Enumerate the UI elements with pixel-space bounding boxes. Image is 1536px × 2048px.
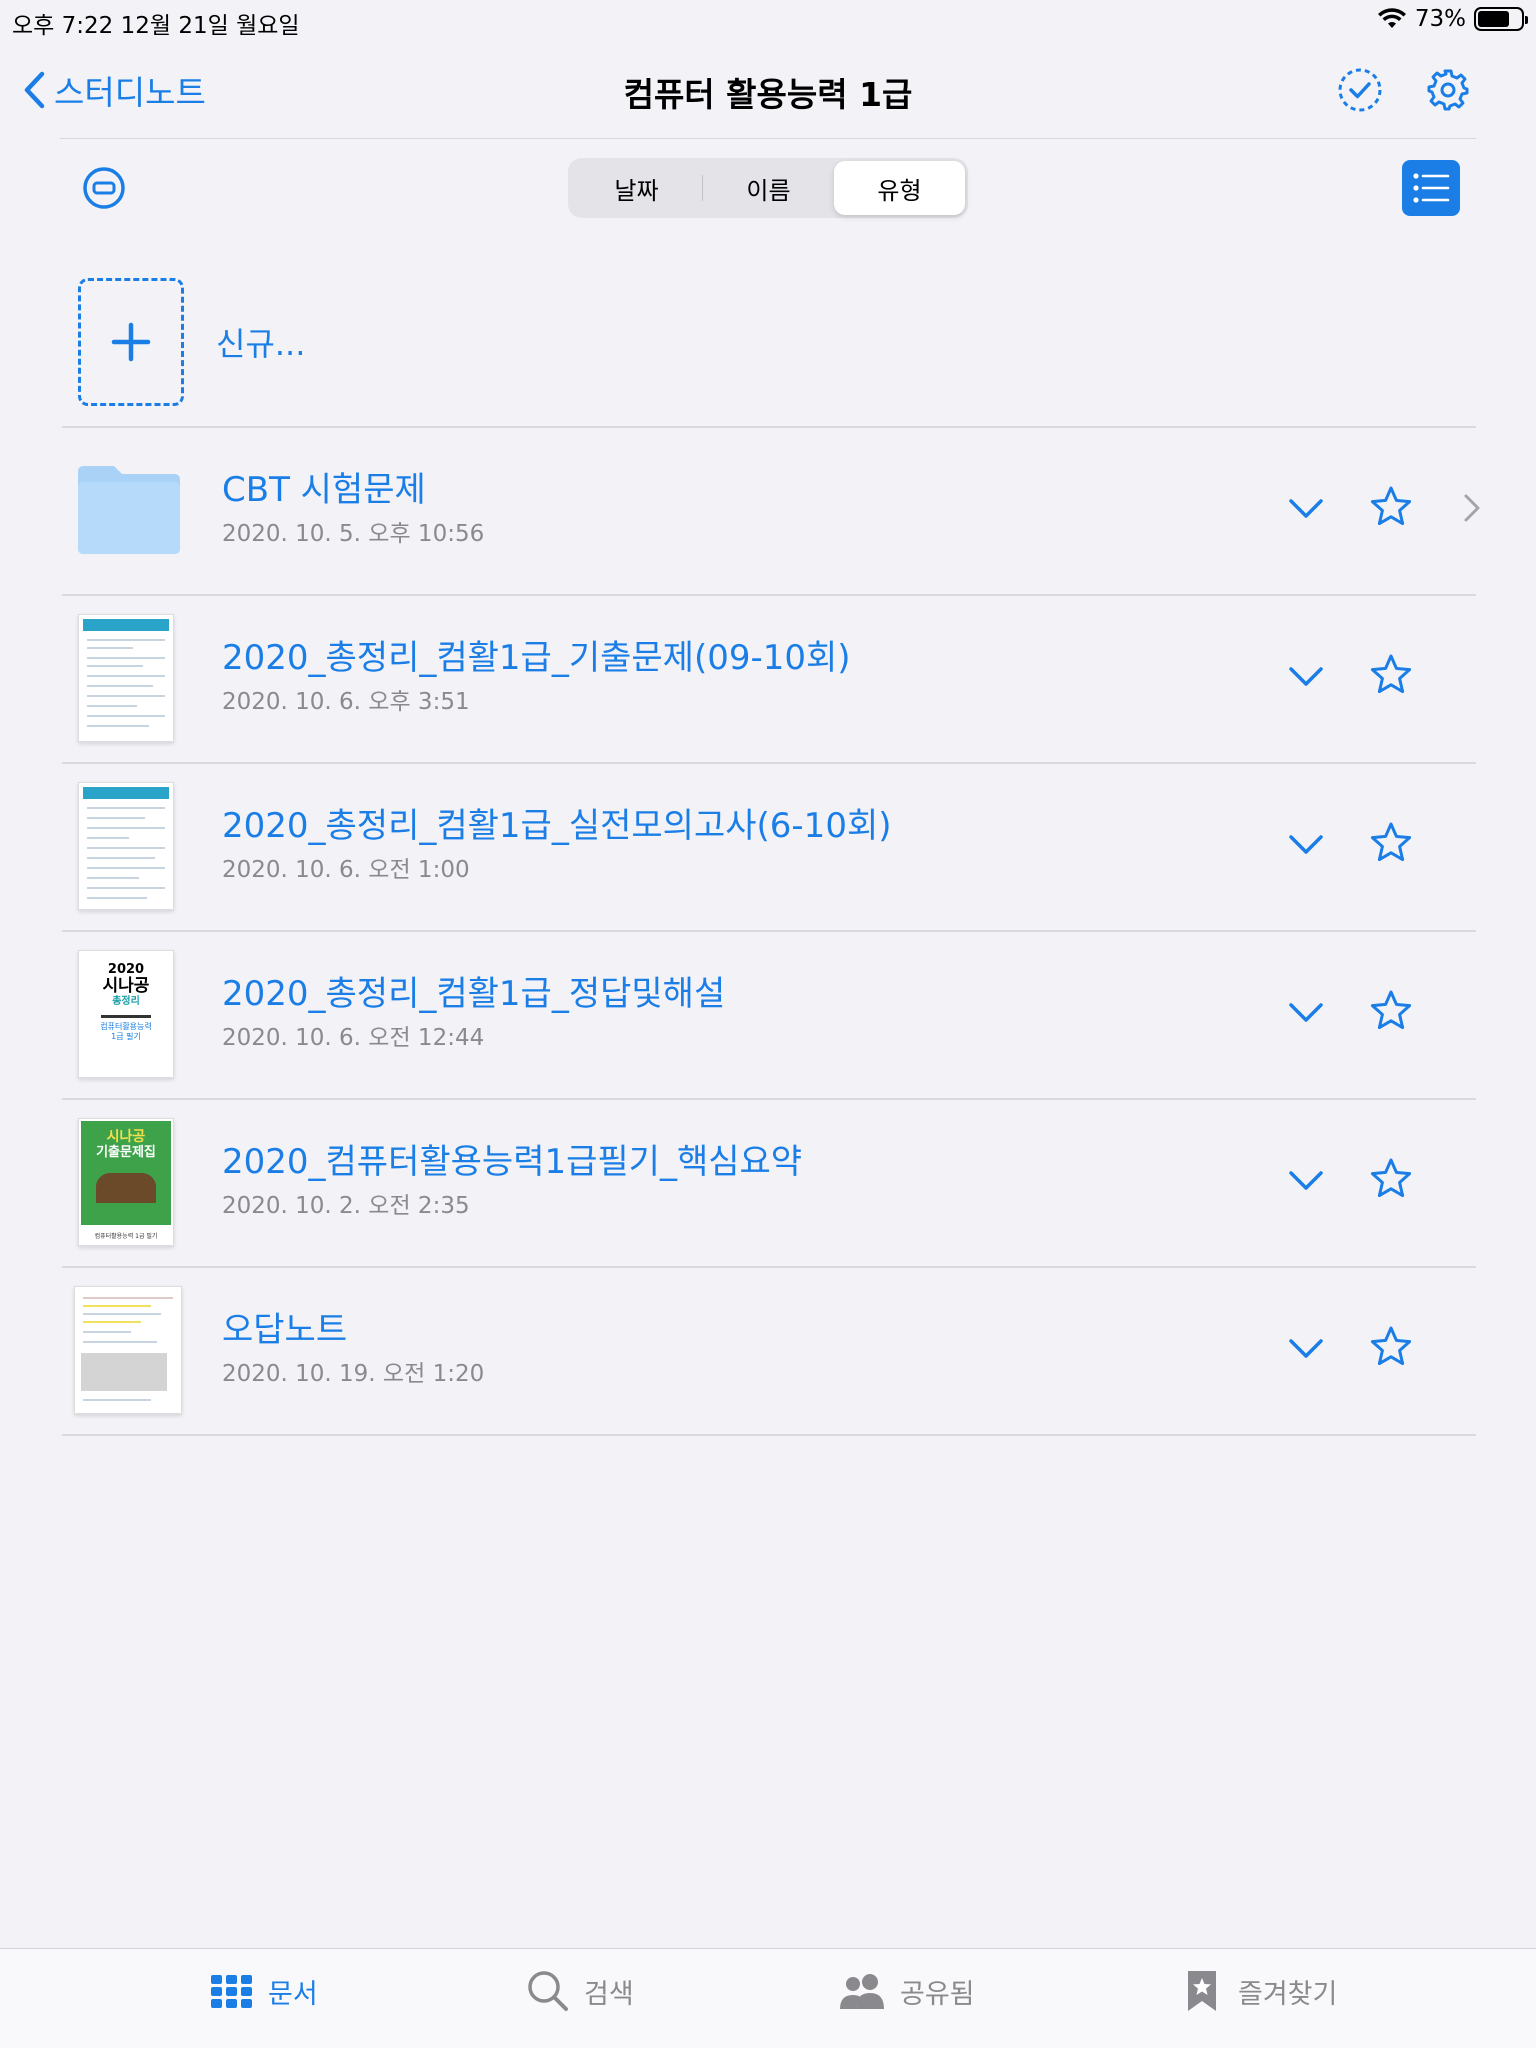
- sort-segmented-control: 날짜 이름 유형: [568, 158, 968, 218]
- select-check-icon[interactable]: [1336, 66, 1384, 114]
- tab-search[interactable]: 검색: [526, 1969, 634, 2013]
- star-icon[interactable]: [1368, 652, 1414, 698]
- toolbar: 날짜 이름 유형: [0, 158, 1536, 218]
- list-item[interactable]: 2020_총정리_컴활1급_기출문제(09-10회) 2020. 10. 6. …: [62, 594, 1476, 762]
- green-cover-footer: 컴퓨터활용능력 1급 필기: [94, 1233, 158, 1240]
- item-title: 2020_총정리_컴활1급_정답및해설: [222, 974, 726, 1014]
- tab-label: 검색: [584, 1978, 634, 2010]
- battery-icon: [1474, 7, 1528, 31]
- tab-label: 문서: [268, 1978, 318, 2010]
- item-date: 2020. 10. 6. 오후 3:51: [222, 689, 470, 715]
- tab-favorites[interactable]: 즐겨찾기: [1180, 1969, 1337, 2013]
- star-icon[interactable]: [1368, 1156, 1414, 1202]
- navigation-bar: 스터디노트 컴퓨터 활용능력 1급: [0, 52, 1536, 124]
- item-date: 2020. 10. 5. 오후 10:56: [222, 521, 485, 547]
- chevron-down-icon[interactable]: [1286, 1328, 1326, 1368]
- tab-bar: 문서 검색 공유됨 즐겨찾기: [0, 1948, 1536, 2048]
- people-icon: [840, 1974, 884, 2009]
- star-icon[interactable]: [1368, 820, 1414, 866]
- document-thumbnail: [78, 782, 174, 910]
- cover-brand: 시나공: [102, 976, 150, 996]
- row-divider: [62, 1434, 1476, 1436]
- documents-screen: 오후 7:22 12월 21일 월요일 73% 스터디노트 컴퓨터 활용능력 1…: [0, 0, 1536, 2048]
- item-title: CBT 시험문제: [222, 470, 426, 510]
- list-item[interactable]: CBT 시험문제 2020. 10. 5. 오후 10:56: [62, 426, 1480, 594]
- new-document-label: 신규...: [216, 325, 306, 363]
- page-title: 컴퓨터 활용능력 1급: [623, 75, 913, 114]
- green-cover-title: 시나공: [106, 1129, 146, 1145]
- bookmark-icon: [1188, 1971, 1216, 2011]
- cover-subject: 컴퓨터활용능력: [100, 1022, 152, 1031]
- book-cover-thumbnail: 시나공 기출문제집 컴퓨터활용능력 1급 필기: [78, 1118, 174, 1246]
- sort-option-name[interactable]: 이름: [703, 161, 834, 215]
- chevron-down-icon[interactable]: [1286, 488, 1326, 528]
- tab-documents[interactable]: 문서: [210, 1969, 318, 2013]
- plus-icon: [111, 322, 151, 362]
- star-icon[interactable]: [1368, 988, 1414, 1034]
- star-icon[interactable]: [1368, 1324, 1414, 1370]
- chevron-right-icon[interactable]: [1460, 490, 1484, 526]
- note-thumbnail: [74, 1286, 182, 1414]
- wifi-icon: [1377, 8, 1406, 28]
- chevron-down-icon[interactable]: [1286, 992, 1326, 1032]
- list-item[interactable]: 오답노트 2020. 10. 19. 오전 1:20: [62, 1266, 1476, 1434]
- new-document-button[interactable]: [78, 278, 184, 406]
- book-cover-thumbnail: 2020 시나공 총정리 컴퓨터활용능력 1급 필기: [78, 950, 174, 1078]
- cover-year: 2020: [107, 962, 145, 977]
- cover-level: 1급 필기: [111, 1032, 141, 1041]
- tab-label: 즐겨찾기: [1238, 1978, 1338, 2010]
- gear-icon[interactable]: [1424, 66, 1472, 114]
- chevron-down-icon[interactable]: [1286, 824, 1326, 864]
- status-bar: 오후 7:22 12월 21일 월요일 73%: [0, 0, 1536, 40]
- search-icon: [528, 1971, 568, 2011]
- grid-icon: [211, 1975, 252, 2008]
- star-icon[interactable]: [1368, 484, 1414, 530]
- list-item[interactable]: 2020 시나공 총정리 컴퓨터활용능력 1급 필기 2020_총정리_컴활1급…: [62, 930, 1476, 1098]
- item-date: 2020. 10. 2. 오전 2:35: [222, 1193, 470, 1219]
- item-title: 오답노트: [222, 1310, 348, 1350]
- document-thumbnail: [78, 614, 174, 742]
- chevron-down-icon[interactable]: [1286, 656, 1326, 696]
- item-title: 2020_컴퓨터활용능력1급필기_핵심요약: [222, 1142, 803, 1182]
- list-item[interactable]: 2020_총정리_컴활1급_실전모의고사(6-10회) 2020. 10. 6.…: [62, 762, 1476, 930]
- list-view-button[interactable]: [1402, 160, 1460, 216]
- item-date: 2020. 10. 19. 오전 1:20: [222, 1361, 485, 1387]
- battery-percent: 73%: [1414, 6, 1466, 32]
- cover-subtitle: 총정리: [112, 996, 140, 1007]
- sort-option-type[interactable]: 유형: [834, 161, 965, 215]
- new-document-row[interactable]: 신규...: [78, 278, 305, 406]
- status-time-date: 오후 7:22 12월 21일 월요일: [12, 13, 300, 39]
- item-title: 2020_총정리_컴활1급_실전모의고사(6-10회): [222, 806, 892, 846]
- folder-icon: [78, 466, 180, 554]
- status-right: 73%: [1377, 6, 1528, 32]
- battery-fill: [1478, 11, 1509, 27]
- list-icon: [1413, 173, 1450, 203]
- tab-label: 공유됨: [900, 1978, 975, 2010]
- green-cover-subtitle: 기출문제집: [96, 1145, 156, 1160]
- sort-option-date[interactable]: 날짜: [571, 161, 702, 215]
- tab-shared[interactable]: 공유됨: [838, 1969, 975, 2013]
- item-date: 2020. 10. 6. 오전 12:44: [222, 1025, 485, 1051]
- list-item[interactable]: 시나공 기출문제집 컴퓨터활용능력 1급 필기 2020_컴퓨터활용능력1급필기…: [62, 1098, 1476, 1266]
- view-mode-icon[interactable]: [82, 166, 126, 210]
- item-date: 2020. 10. 6. 오전 1:00: [222, 857, 470, 883]
- item-title: 2020_총정리_컴활1급_기출문제(09-10회): [222, 638, 851, 678]
- nav-divider: [60, 138, 1476, 139]
- chevron-down-icon[interactable]: [1286, 1160, 1326, 1200]
